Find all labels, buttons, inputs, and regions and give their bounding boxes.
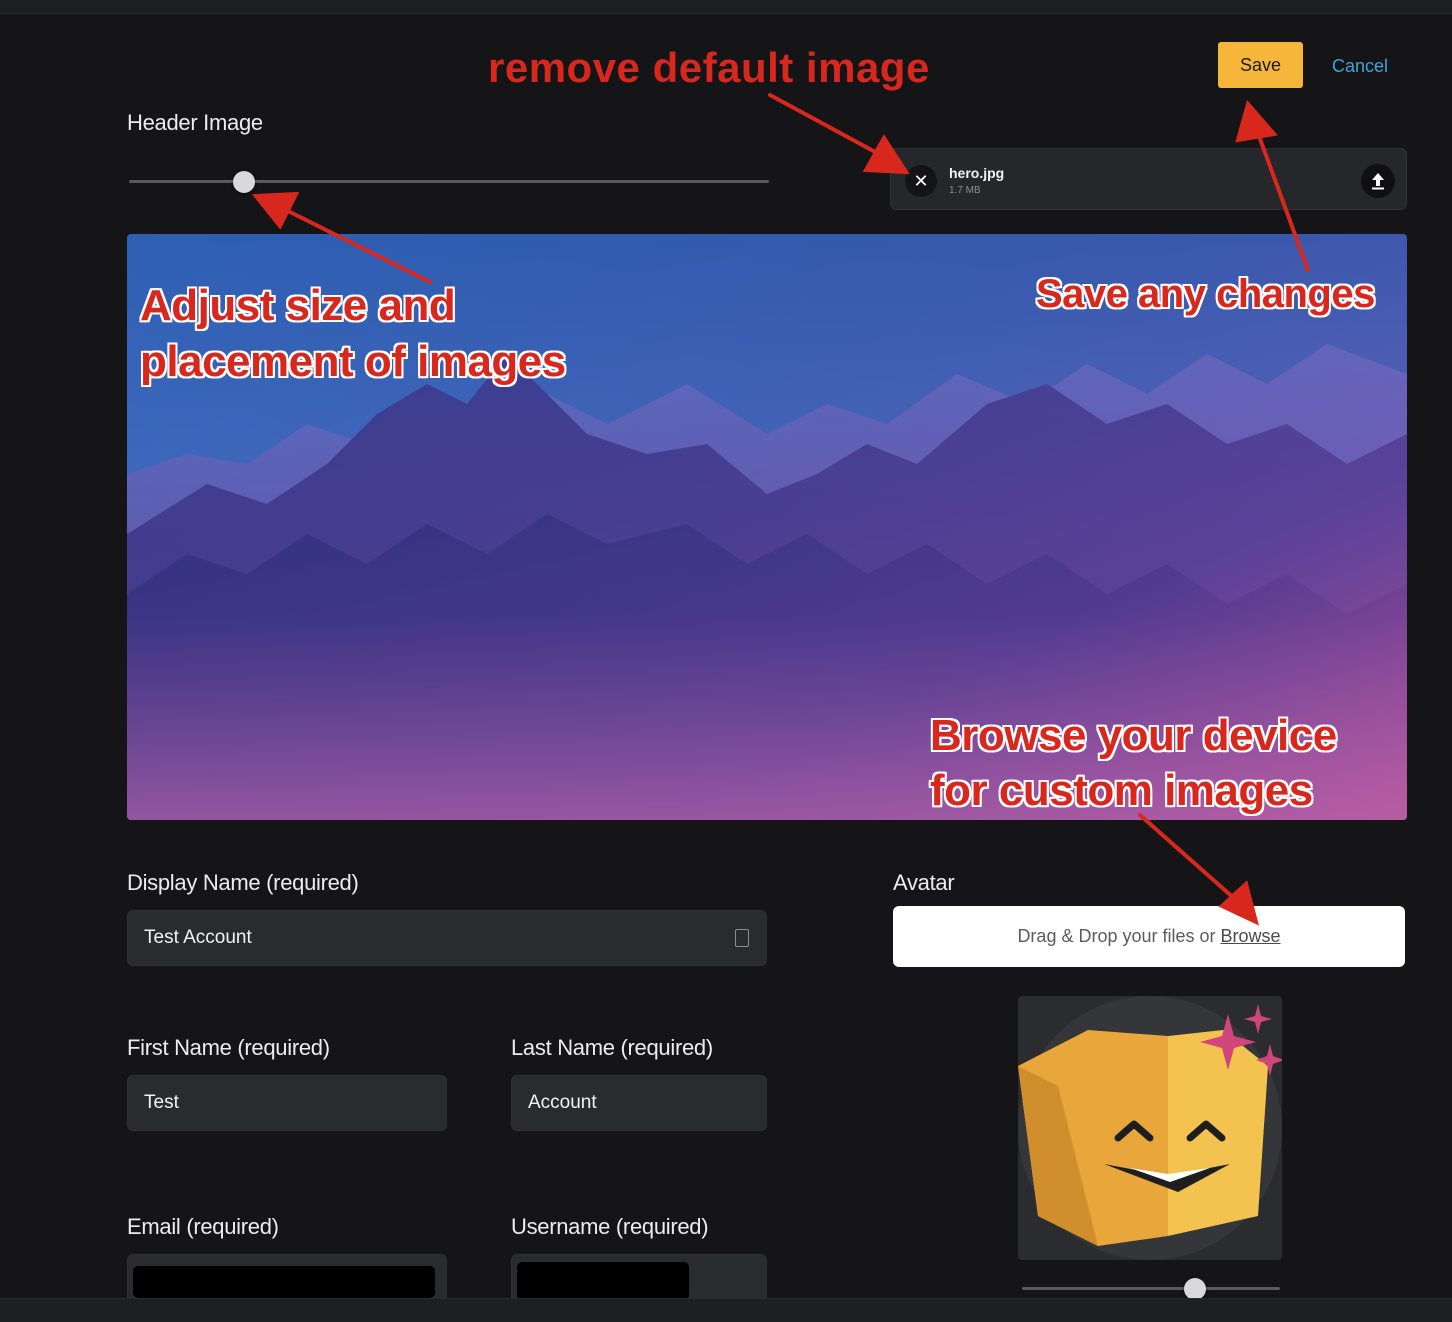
annotation-browse-line2: for custom images	[930, 766, 1313, 815]
header-image-label: Header Image	[127, 110, 263, 135]
redacted-username	[517, 1262, 689, 1300]
save-button[interactable]: Save	[1218, 42, 1303, 88]
username-label: Username (required)	[511, 1214, 709, 1239]
upload-icon	[1372, 173, 1384, 190]
annotation-adjust-size: Adjust size and placement of images	[140, 278, 566, 390]
annotation-adjust-line2: placement of images	[140, 337, 566, 386]
remove-file-button[interactable]: ✕	[905, 165, 937, 197]
header-image-slider-track[interactable]	[129, 180, 769, 183]
profile-editor: Header Image Save Cancel ✕ hero.jpg 1.7 …	[0, 0, 1452, 1322]
avatar-dropzone[interactable]: Drag & Drop your files or Browse	[893, 906, 1405, 967]
avatar-preview	[1018, 996, 1282, 1260]
browse-link[interactable]: Browse	[1221, 926, 1281, 946]
annotation-remove-default: remove default image	[488, 44, 930, 91]
redacted-email	[133, 1266, 435, 1298]
annotation-save-changes: Save any changes	[1036, 272, 1375, 316]
email-label: Email (required)	[127, 1214, 279, 1239]
top-bar	[0, 0, 1452, 14]
last-name-label: Last Name (required)	[511, 1035, 713, 1060]
file-size: 1.7 MB	[949, 185, 981, 196]
avatar-label: Avatar	[893, 870, 955, 895]
cancel-button[interactable]: Cancel	[1332, 52, 1388, 80]
contact-card-icon	[735, 929, 749, 947]
last-name-input[interactable]	[511, 1075, 767, 1131]
file-name: hero.jpg	[949, 165, 1005, 181]
display-name-input[interactable]	[127, 910, 767, 966]
avatar-slider-track[interactable]	[1022, 1287, 1280, 1290]
header-image-slider-thumb[interactable]	[233, 171, 256, 193]
avatar-image	[1018, 996, 1282, 1260]
header-image-file: ✕ hero.jpg 1.7 MB	[890, 148, 1407, 210]
dropzone-text: Drag & Drop your files or	[1017, 926, 1216, 946]
display-name-label: Display Name (required)	[127, 870, 359, 895]
avatar-slider-thumb[interactable]	[1183, 1278, 1206, 1300]
arrow-head-slider	[251, 191, 300, 230]
arrow-to-remove	[768, 93, 892, 162]
first-name-input[interactable]	[127, 1075, 447, 1131]
annotation-adjust-line1: Adjust size and	[140, 281, 456, 330]
upload-button[interactable]	[1361, 164, 1395, 198]
annotation-browse-line1: Browse your device	[930, 711, 1337, 760]
close-icon: ✕	[913, 171, 929, 191]
bottom-bar	[0, 1298, 1452, 1322]
arrow-to-browse	[1138, 813, 1238, 902]
first-name-label: First Name (required)	[127, 1035, 330, 1060]
arrow-head-save	[1235, 99, 1278, 143]
annotation-browse-device: Browse your device for custom images	[930, 708, 1337, 818]
